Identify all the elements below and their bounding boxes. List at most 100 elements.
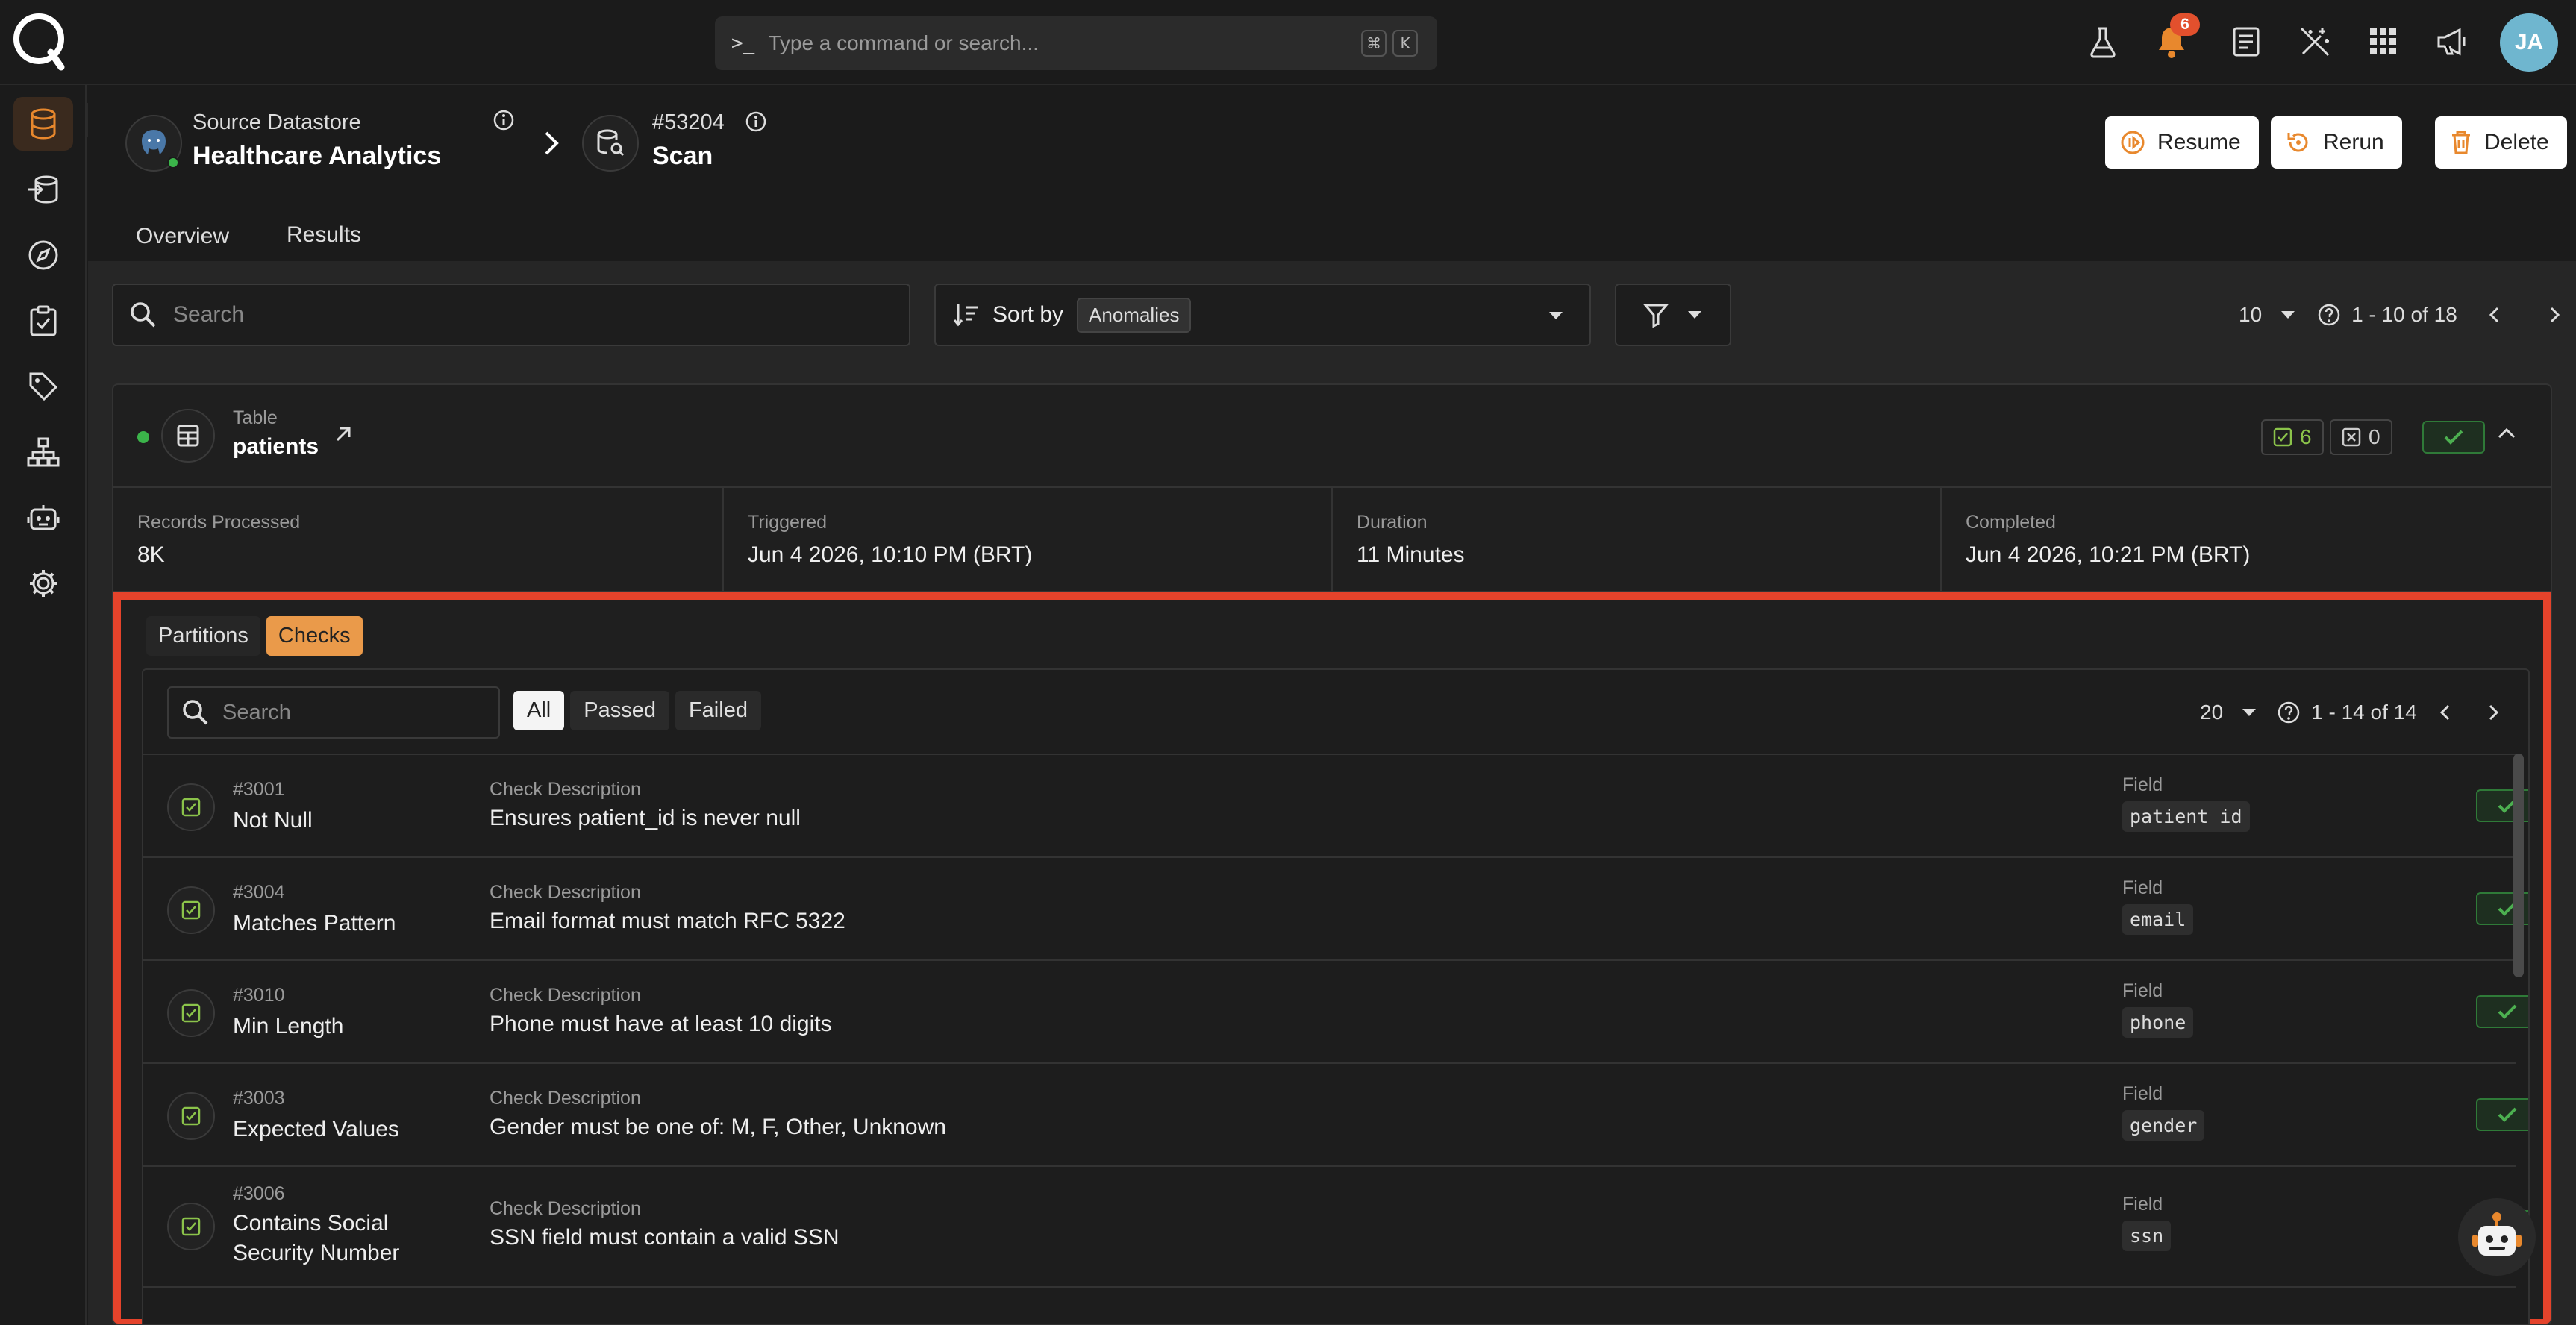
user-avatar[interactable]: JA <box>2500 13 2558 72</box>
filter-icon <box>1643 304 1669 328</box>
check-row[interactable]: #3001 Not Null Check Description Ensures… <box>143 754 2528 856</box>
check-name: Min Length <box>233 1014 344 1039</box>
robot-icon[interactable] <box>13 491 73 545</box>
tab-overview[interactable]: Overview <box>134 207 231 266</box>
settings-icon[interactable] <box>13 557 73 610</box>
stat-value: 11 Minutes <box>1357 542 1465 567</box>
megaphone-icon[interactable] <box>2433 22 2472 61</box>
stat-label: Completed <box>1966 512 2056 533</box>
tab-checks[interactable]: Checks <box>266 616 363 656</box>
checks-search-placeholder: Search <box>222 700 291 724</box>
results-pagination: 10 1 - 10 of 18 <box>2239 284 2562 346</box>
breadcrumb-separator-icon <box>542 130 561 160</box>
source-name[interactable]: Healthcare Analytics <box>193 142 441 171</box>
source-label: Source Datastore <box>193 110 361 134</box>
sort-icon <box>953 304 978 327</box>
field-chip: phone <box>2122 1007 2194 1038</box>
filter-failed[interactable]: Failed <box>675 691 761 730</box>
database-icon[interactable] <box>13 97 73 151</box>
rerun-button[interactable]: Rerun <box>2271 116 2402 169</box>
check-description-label: Check Description <box>490 779 641 800</box>
scan-stats: Records Processed 8K Triggered Jun 4 202… <box>113 488 2551 592</box>
filter-button[interactable] <box>1615 284 1731 346</box>
rerun-label: Rerun <box>2323 130 2384 154</box>
check-description-label: Check Description <box>490 1088 641 1109</box>
status-dot <box>137 431 149 443</box>
tab-results[interactable]: Results <box>264 207 384 266</box>
chevron-down-icon[interactable] <box>2241 707 2257 718</box>
check-description: Ensures patient_id is never null <box>490 806 801 830</box>
check-description-label: Check Description <box>490 1198 641 1219</box>
check-description: Gender must be one of: M, F, Other, Unkn… <box>490 1115 946 1139</box>
assistant-bot-button[interactable] <box>2458 1198 2536 1276</box>
filter-passed[interactable]: Passed <box>570 691 669 730</box>
terminal-icon: >_ <box>731 32 755 54</box>
passed-count: 6 <box>2300 425 2312 448</box>
check-row[interactable]: #3006 Contains Social Security Number Ch… <box>143 1165 2528 1286</box>
resume-button[interactable]: Resume <box>2105 116 2259 169</box>
check-icon <box>2498 1004 2517 1019</box>
check-row[interactable]: #3010 Min Length Check Description Phone… <box>143 959 2528 1062</box>
delete-button[interactable]: Delete <box>2435 116 2567 169</box>
check-icon <box>2498 1107 2517 1122</box>
chevron-down-icon[interactable] <box>2280 310 2296 320</box>
docs-icon[interactable] <box>2227 22 2266 61</box>
chevron-right-icon[interactable] <box>2486 703 2501 722</box>
sidebar <box>0 85 87 1325</box>
scan-info-icon[interactable] <box>745 110 767 137</box>
check-square-icon <box>2273 427 2292 447</box>
chevron-left-icon[interactable] <box>2487 305 2502 325</box>
apps-grid-icon[interactable] <box>2364 22 2403 61</box>
check-row[interactable] <box>143 1286 2516 1324</box>
status-check-badge <box>2422 421 2485 454</box>
resume-icon <box>2121 131 2145 154</box>
results-content: Search Sort by Anomalies 10 1 - 10 of 18 <box>88 261 2576 1325</box>
stat-completed: Completed Jun 4 2026, 10:21 PM (BRT) <box>1942 488 2551 592</box>
checks-page-size[interactable]: 20 <box>2200 701 2223 724</box>
app-logo[interactable] <box>12 10 67 72</box>
stat-label: Duration <box>1357 512 1428 533</box>
field-chip: ssn <box>2122 1221 2172 1251</box>
check-name: Not Null <box>233 808 313 833</box>
flow-icon[interactable] <box>13 425 73 479</box>
flask-icon[interactable] <box>2083 22 2122 61</box>
chevron-right-icon[interactable] <box>2547 305 2562 325</box>
table-name[interactable]: patients <box>233 434 319 460</box>
results-search-input[interactable]: Search <box>112 284 910 346</box>
filter-all[interactable]: All <box>513 691 565 730</box>
tab-partitions[interactable]: Partitions <box>146 616 260 656</box>
open-external-icon[interactable] <box>333 424 354 448</box>
help-icon[interactable] <box>2317 303 2341 327</box>
page-size-select[interactable]: 10 <box>2239 303 2262 327</box>
check-square-icon <box>167 1092 215 1140</box>
tag-icon[interactable] <box>13 360 73 413</box>
check-name: Expected Values <box>233 1117 399 1141</box>
check-row[interactable]: #3004 Matches Pattern Check Description … <box>143 856 2528 959</box>
command-search[interactable]: >_ Type a command or search... ⌘ K <box>715 16 1437 70</box>
chevron-down-icon <box>1688 311 1701 319</box>
source-info-icon[interactable] <box>493 109 515 135</box>
stat-duration: Duration 11 Minutes <box>1333 488 1942 592</box>
postgres-icon <box>125 115 182 172</box>
check-id: #3006 <box>233 1183 285 1204</box>
source-icon[interactable] <box>13 163 73 216</box>
explore-icon[interactable] <box>13 228 73 282</box>
check-row[interactable]: #3003 Expected Values Check Description … <box>143 1062 2528 1165</box>
check-square-icon <box>167 989 215 1037</box>
checks-search-input[interactable]: Search <box>167 686 500 739</box>
checks-range: 1 - 14 of 14 <box>2311 701 2417 724</box>
sort-value: Anomalies <box>1077 297 1192 333</box>
checklist-icon[interactable] <box>13 294 73 348</box>
sort-select[interactable]: Sort by Anomalies <box>934 284 1591 346</box>
table-icon <box>161 409 215 463</box>
passed-count-chip: 6 <box>2261 419 2324 455</box>
collapse-chevron-icon[interactable] <box>2497 427 2516 444</box>
status-dot <box>167 157 179 169</box>
checks-scrollbar[interactable] <box>2513 754 2524 977</box>
scan-id: #53204 <box>652 110 725 134</box>
chevron-left-icon[interactable] <box>2438 703 2453 722</box>
sort-label: Sort by <box>992 302 1064 327</box>
failed-count: 0 <box>2369 425 2380 448</box>
wand-icon[interactable] <box>2295 22 2334 61</box>
help-icon[interactable] <box>2277 701 2301 724</box>
